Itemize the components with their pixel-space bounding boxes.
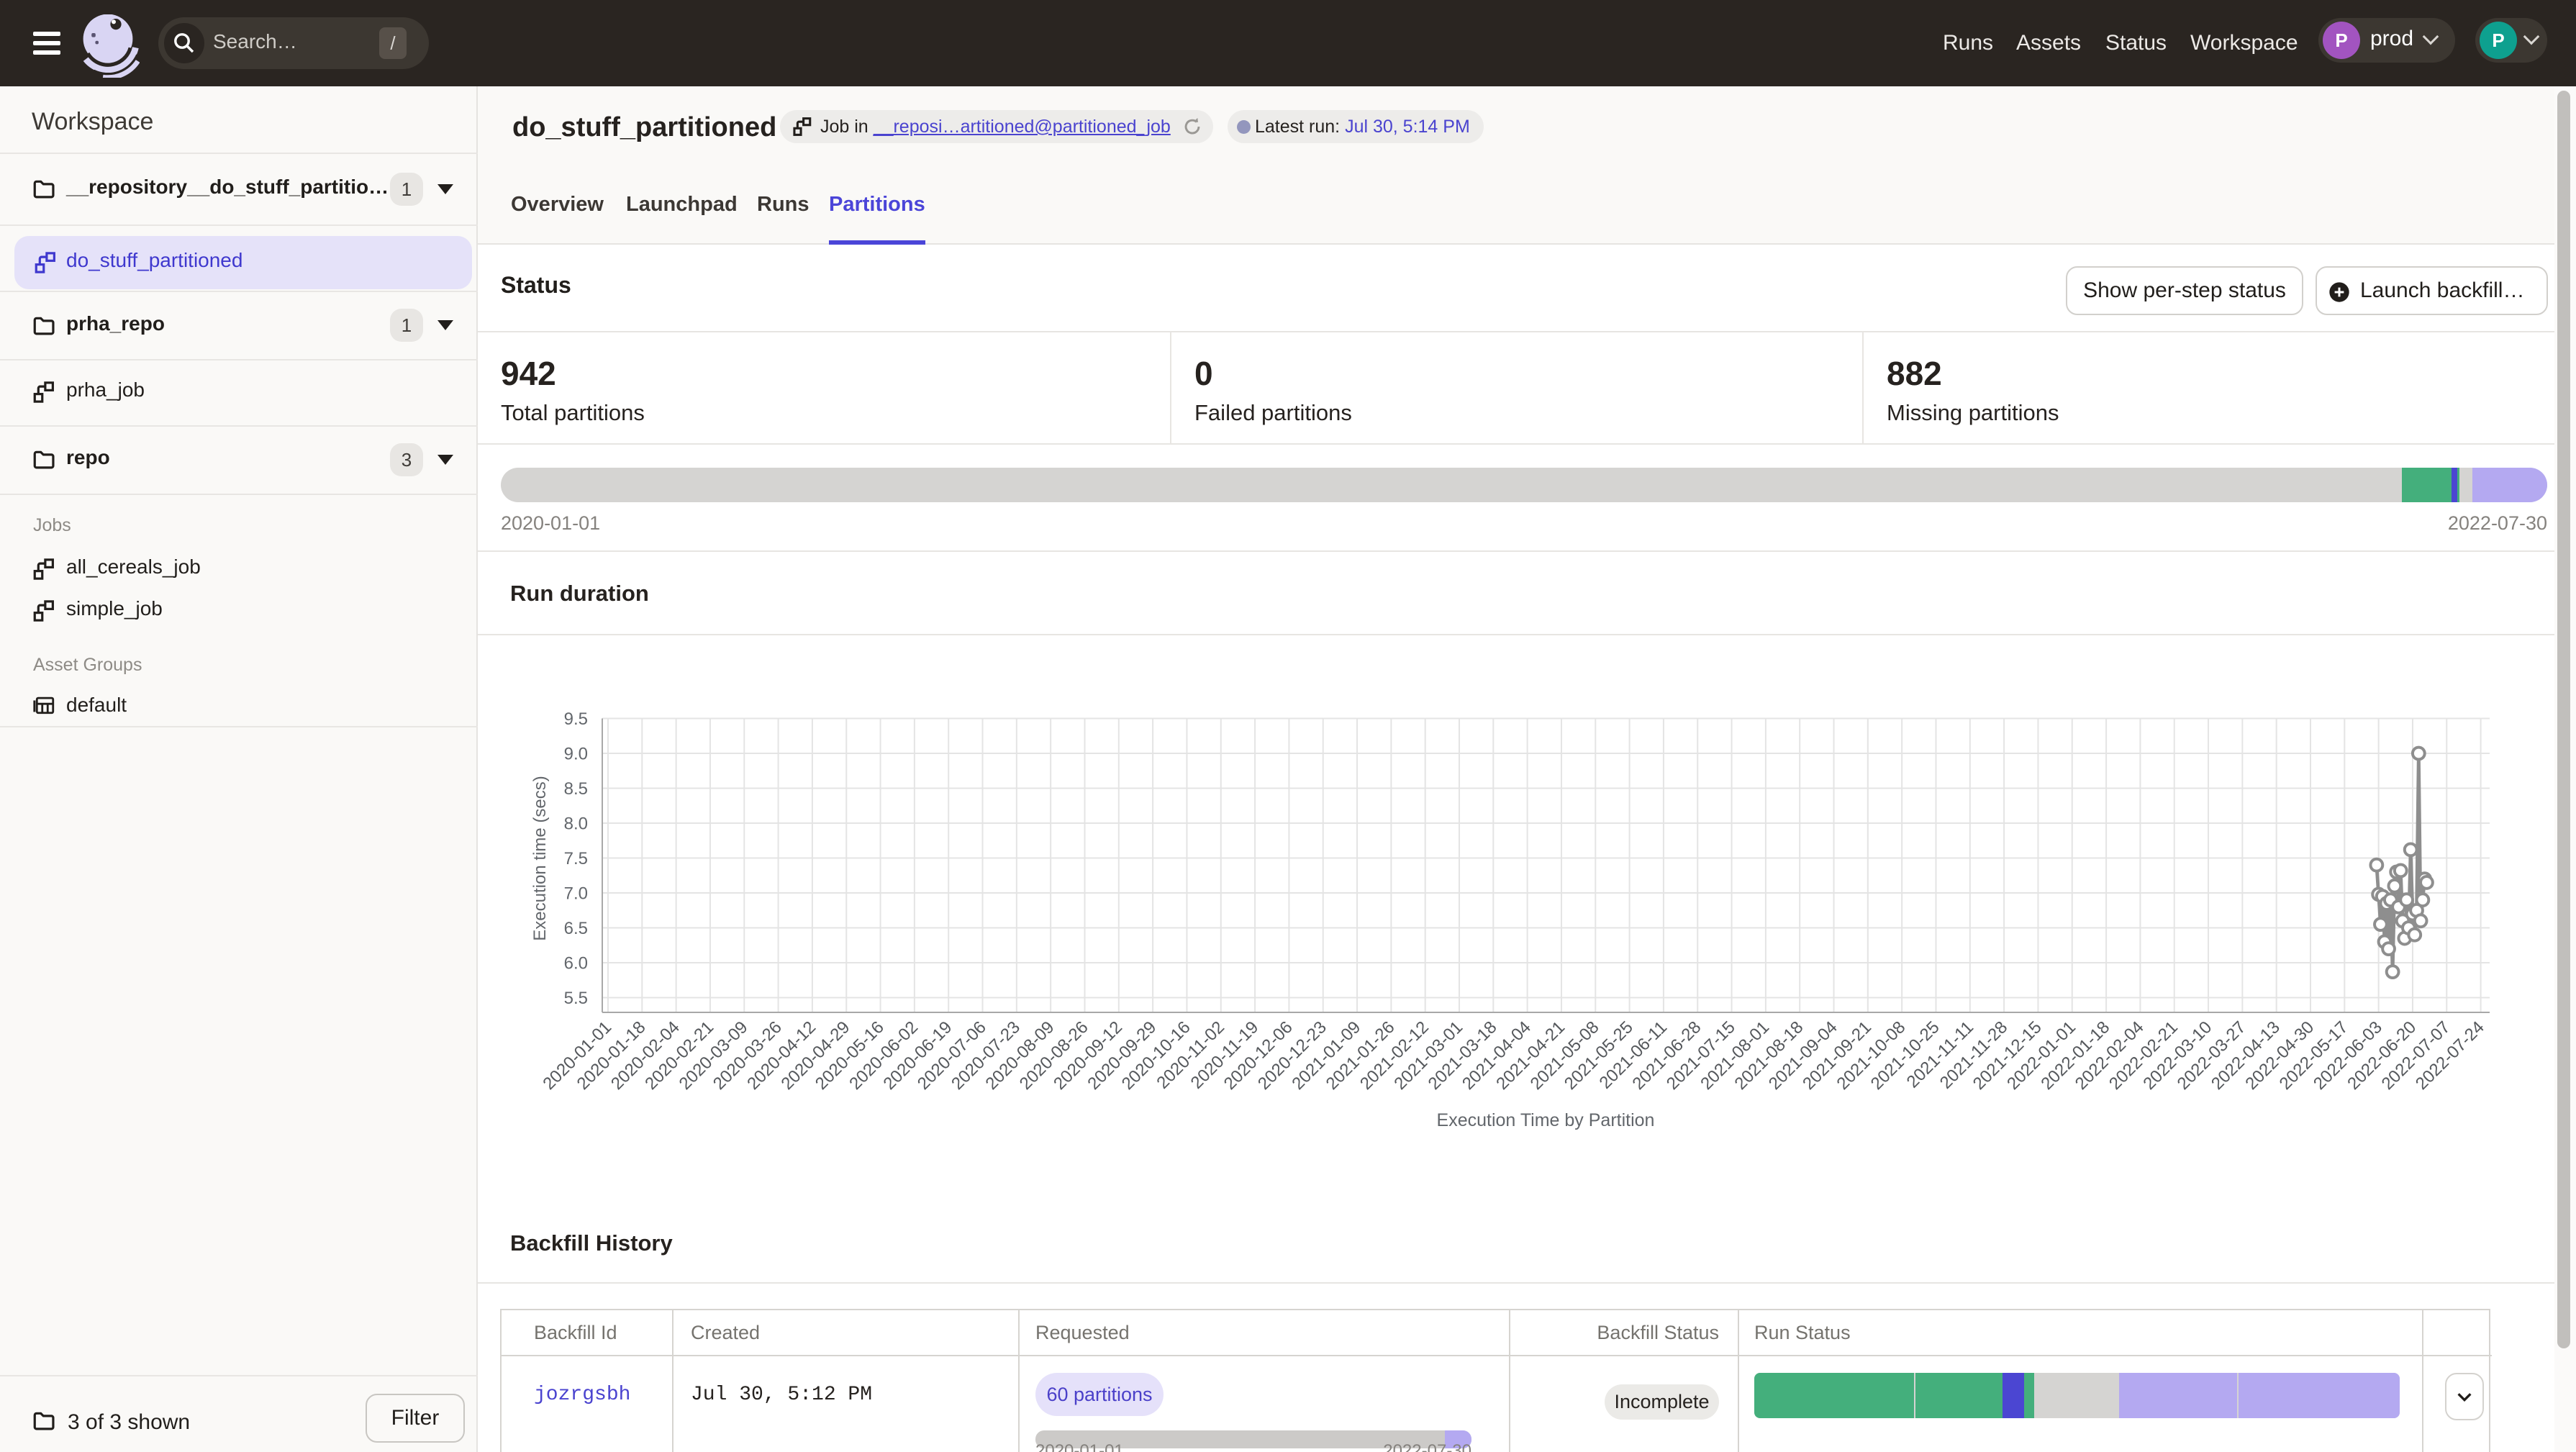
svg-text:Execution time (secs): Execution time (secs)	[530, 776, 550, 940]
svg-text:8.0: 8.0	[564, 814, 588, 833]
svg-text:8.5: 8.5	[564, 779, 588, 799]
svg-text:9.5: 9.5	[564, 709, 588, 729]
svg-text:7.5: 7.5	[564, 849, 588, 868]
svg-text:6.5: 6.5	[564, 919, 588, 938]
svg-text:5.5: 5.5	[564, 989, 588, 1008]
svg-text:Execution Time by Partition: Execution Time by Partition	[1437, 1110, 1655, 1130]
svg-text:9.0: 9.0	[564, 744, 588, 763]
svg-text:7.0: 7.0	[564, 884, 588, 903]
svg-text:6.0: 6.0	[564, 953, 588, 973]
